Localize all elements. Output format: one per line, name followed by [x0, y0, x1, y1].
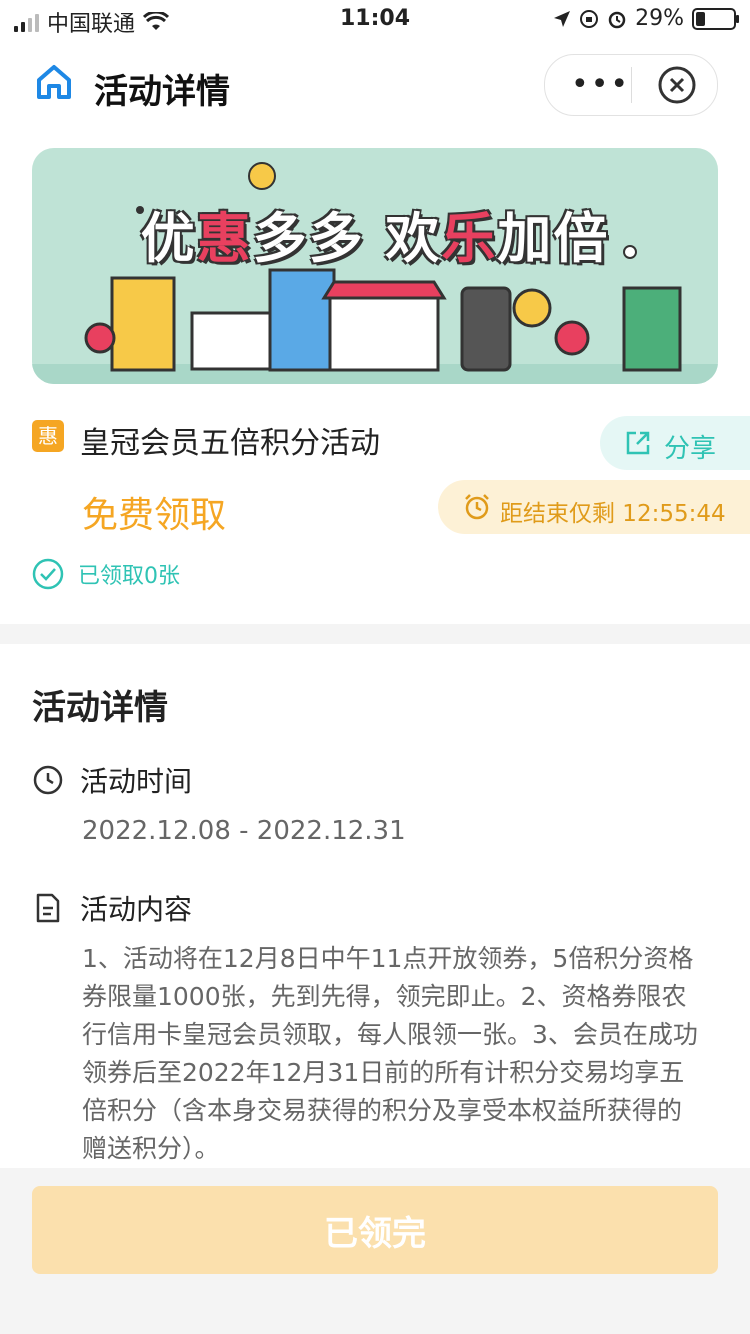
document-icon: [36, 893, 60, 923]
clock-icon: [33, 765, 63, 795]
mini-program-capsule: •••: [544, 54, 718, 116]
activity-detail-card: 活动详情 活动时间 2022.12.08 - 2022.12.31 活动内容 1…: [0, 644, 750, 1168]
banner-text-2: 多多 欢: [252, 207, 442, 270]
time-range: 2022.12.08 - 2022.12.31: [82, 816, 406, 846]
share-icon: [626, 431, 650, 455]
status-bar: 中国联通 11:04 29%: [0, 0, 750, 44]
claimed-count: 已领取0张: [78, 564, 180, 589]
claimed-status: 已领取0张: [32, 558, 180, 590]
banner-text-3: 加倍: [497, 207, 610, 270]
promo-banner: 优惠多多 欢乐加倍: [32, 148, 718, 384]
close-icon[interactable]: [657, 65, 697, 105]
battery-icon: [692, 7, 739, 30]
discount-badge: 惠: [32, 420, 64, 452]
claim-button[interactable]: 已领完: [32, 1186, 718, 1274]
banner-title: 优惠多多 欢乐加倍: [32, 194, 718, 273]
content-section-header: 活动内容: [32, 888, 192, 928]
banner-text-highlight: 惠: [196, 207, 253, 270]
share-label: 分享: [664, 434, 717, 464]
home-icon[interactable]: [34, 62, 74, 102]
price-label: 免费领取: [82, 495, 227, 536]
bottom-bar: 已领完: [0, 1168, 750, 1334]
location-arrow-icon: [554, 10, 571, 27]
status-right: 29%: [553, 6, 739, 31]
content-text: 1、活动将在12月8日中午11点开放领券，5倍积分资格券限量1000张，先到先得…: [82, 944, 698, 1163]
banner-text-highlight-2: 乐: [441, 207, 498, 270]
page-title: 活动详情: [94, 72, 230, 112]
countdown-label: 距结束仅剩 12:55:44: [500, 501, 726, 527]
capsule-divider: [631, 67, 632, 103]
activity-summary-card: 优惠多多 欢乐加倍 惠 皇冠会员五倍积分活动 分享 免费领取 距结束仅剩 12:…: [0, 128, 750, 624]
content-section-label: 活动内容: [80, 893, 193, 926]
more-button[interactable]: •••: [571, 55, 630, 115]
battery-percent: 29%: [635, 6, 684, 31]
check-circle-icon: [32, 558, 64, 590]
countdown-pill: 距结束仅剩 12:55:44: [438, 480, 750, 534]
share-button[interactable]: 分享: [600, 416, 750, 470]
time-section-label: 活动时间: [80, 765, 193, 798]
banner-text-1: 优: [140, 207, 197, 270]
alarm-icon: [608, 11, 626, 28]
activity-title: 皇冠会员五倍积分活动: [80, 426, 380, 461]
time-section-header: 活动时间: [32, 760, 192, 800]
alarm-clock-icon: [465, 494, 489, 520]
detail-heading: 活动详情: [32, 688, 168, 728]
nav-bar: 活动详情 •••: [0, 44, 750, 128]
rotation-lock-icon: [580, 9, 599, 28]
